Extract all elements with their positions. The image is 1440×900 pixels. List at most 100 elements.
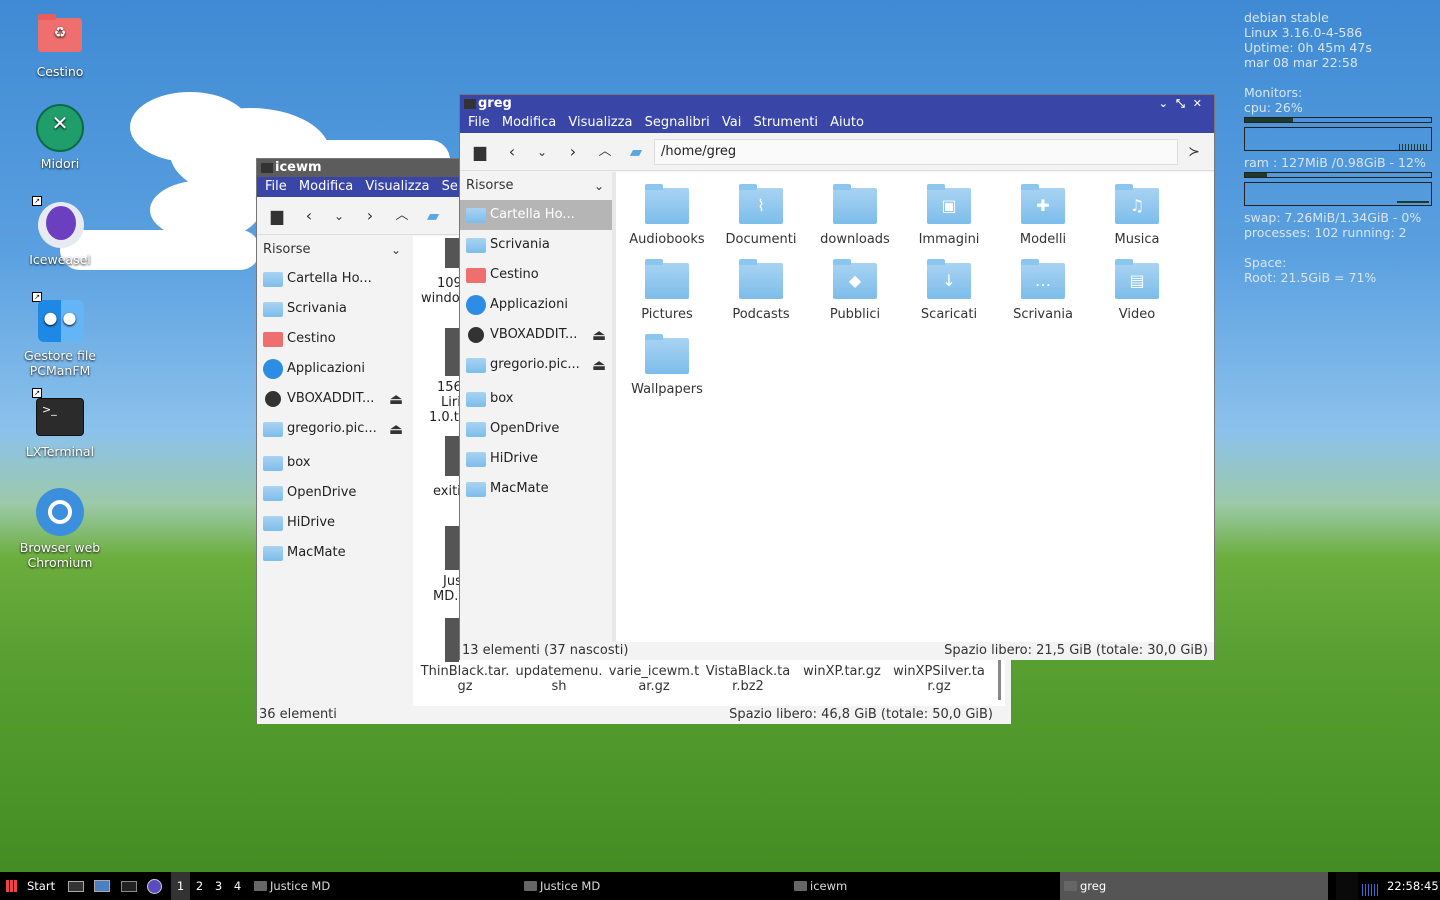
free-space: Spazio libero: 46,8 GiB (totale: 50,0 Gi…	[729, 707, 993, 722]
menu-strumenti[interactable]: Strumenti	[753, 115, 818, 130]
menu-segnalibri[interactable]: Segnalibri	[645, 115, 710, 130]
desktop-icon-pcmanfm[interactable]: ↗ ● ● Gestore file PCManFM	[10, 292, 110, 378]
show-desktop-icon[interactable]	[68, 872, 86, 900]
folder-documenti[interactable]: ⌇ Documenti	[716, 184, 806, 247]
folder-pictures[interactable]: Pictures	[622, 259, 712, 322]
sidebar-item-trash[interactable]: Cestino	[460, 260, 612, 290]
file-item[interactable]: winXP.tar.gz	[795, 664, 889, 679]
sidebar-item-vbox[interactable]: VBOXADDIT... ⏏	[257, 384, 409, 414]
desktop-icon-iceweasel[interactable]: ↗ Iceweasel	[10, 196, 110, 267]
file-item[interactable]: VistaBlack.ta r.bz2	[701, 664, 795, 694]
sidebar-item-hidrive[interactable]: HiDrive	[257, 508, 409, 538]
folder-scrivania[interactable]: … Scrivania	[998, 259, 1088, 322]
sidebar-header[interactable]: Risorse ⌄	[257, 236, 409, 264]
downloads-folder-icon: ↓	[927, 259, 971, 299]
sidebar-item-network[interactable]: gregorio.pic... ⏏	[460, 350, 612, 380]
workspace-4[interactable]: 4	[228, 872, 247, 900]
menu-segnalibri[interactable]: Se	[442, 179, 458, 194]
up-icon[interactable]: ︿	[392, 206, 412, 226]
back-icon[interactable]: ‹	[502, 142, 522, 162]
file-item[interactable]: ThinBlack.tar. gz	[419, 664, 511, 694]
minimize-icon[interactable]: ⌄	[1159, 97, 1176, 110]
sidebar-item-applications[interactable]: Applicazioni	[257, 354, 409, 384]
maximize-icon[interactable]: ⤡	[1176, 97, 1193, 110]
eject-icon[interactable]: ⏏	[592, 320, 606, 350]
history-icon[interactable]: ⌄	[532, 142, 552, 162]
start-button[interactable]: Start	[4, 872, 56, 900]
workspace-1[interactable]: 1	[171, 872, 190, 900]
window-titlebar[interactable]: greg ⌄⤡✕	[460, 95, 1214, 113]
sidebar-item-hidrive[interactable]: HiDrive	[460, 444, 612, 474]
home-icon[interactable]: ▰	[626, 142, 646, 162]
sidebar-item-applications[interactable]: Applicazioni	[460, 290, 612, 320]
back-icon[interactable]: ‹	[299, 206, 319, 226]
window-greg[interactable]: greg ⌄⤡✕ File Modifica Visualizza Segnal…	[459, 94, 1215, 660]
up-icon[interactable]: ︿	[595, 142, 615, 162]
sidebar-item-macmate[interactable]: MacMate	[460, 474, 612, 504]
forward-icon[interactable]: ›	[360, 206, 380, 226]
folder-modelli[interactable]: ✚ Modelli	[998, 184, 1088, 247]
file-item[interactable]: winXPSilver.ta r.gz	[889, 664, 989, 694]
midori-icon: ✕	[36, 104, 84, 152]
folder-wallpapers[interactable]: Wallpapers	[622, 334, 712, 397]
menu-file[interactable]: File	[265, 179, 287, 194]
browser-icon[interactable]	[147, 872, 165, 900]
desktop-icon-lxterminal[interactable]: ↗ >_ LXTerminal	[10, 388, 110, 459]
eject-icon[interactable]: ⏏	[592, 350, 606, 380]
eject-icon[interactable]: ⏏	[389, 414, 403, 444]
folder-scaricati[interactable]: ↓ Scaricati	[904, 259, 994, 322]
eject-icon[interactable]: ⏏	[389, 384, 403, 414]
path-input[interactable]: /home/greg	[654, 139, 1178, 165]
menu-visualizza[interactable]: Visualizza	[568, 115, 632, 130]
history-icon[interactable]: ⌄	[329, 206, 349, 226]
task-justice-md-1[interactable]: Justice MD	[250, 872, 518, 900]
file-item[interactable]: varie_icewm.t ar.gz	[607, 664, 701, 694]
home-icon[interactable]: ▰	[423, 206, 443, 226]
sidebar-header[interactable]: Risorse ⌄	[460, 172, 612, 200]
new-tab-icon[interactable]: ▆	[267, 206, 287, 226]
sidebar-item-macmate[interactable]: MacMate	[257, 538, 409, 568]
sidebar-item-home[interactable]: Cartella Ho...	[257, 264, 409, 294]
folder-podcasts[interactable]: Podcasts	[716, 259, 806, 322]
sidebar-item-trash[interactable]: Cestino	[257, 324, 409, 354]
sidebar-item-box[interactable]: box	[460, 384, 612, 414]
folder-audiobooks[interactable]: Audiobooks	[622, 184, 712, 247]
folder-pubblici[interactable]: ◆ Pubblici	[810, 259, 900, 322]
task-icewm[interactable]: icewm	[790, 872, 1058, 900]
menu-visualizza[interactable]: Visualizza	[365, 179, 429, 194]
menu-file[interactable]: File	[468, 115, 490, 130]
sidebar-item-opendrive[interactable]: OpenDrive	[460, 414, 612, 444]
folder-immagini[interactable]: ▣ Immagini	[904, 184, 994, 247]
menu-modifica[interactable]: Modifica	[502, 115, 556, 130]
forward-icon[interactable]: ›	[563, 142, 583, 162]
sidebar-item-network[interactable]: gregorio.pic... ⏏	[257, 414, 409, 444]
menu-modifica[interactable]: Modifica	[299, 179, 353, 194]
close-icon[interactable]: ✕	[1193, 97, 1210, 110]
sidebar-item-opendrive[interactable]: OpenDrive	[257, 478, 409, 508]
clock[interactable]: 22:58:45	[1387, 872, 1439, 900]
new-tab-icon[interactable]: ▆	[470, 142, 490, 162]
desktop-icon-chromium[interactable]: Browser web Chromium	[10, 488, 110, 570]
sidebar-item-desktop[interactable]: Scrivania	[257, 294, 409, 324]
file-manager-icon[interactable]	[94, 872, 112, 900]
folder-downloads[interactable]: downloads	[810, 184, 900, 247]
workspace-3[interactable]: 3	[209, 872, 228, 900]
task-justice-md-2[interactable]: Justice MD	[520, 872, 788, 900]
workspace-2[interactable]: 2	[190, 872, 209, 900]
menu-vai[interactable]: Vai	[722, 115, 741, 130]
folder-video[interactable]: ▤ Video	[1092, 259, 1182, 322]
task-greg[interactable]: greg	[1060, 872, 1328, 900]
sidebar-item-vbox[interactable]: VBOXADDIT... ⏏	[460, 320, 612, 350]
terminal-icon[interactable]	[121, 872, 139, 900]
file-item[interactable]: updatemenu. sh	[513, 664, 605, 694]
go-icon[interactable]: ≻	[1184, 142, 1204, 162]
menu-aiuto[interactable]: Aiuto	[830, 115, 864, 130]
folder-musica[interactable]: ♫ Musica	[1092, 184, 1182, 247]
sidebar-item-desktop[interactable]: Scrivania	[460, 230, 612, 260]
desktop-icon-midori[interactable]: ✕ Midori	[10, 104, 110, 171]
desktop-icon-cestino[interactable]: ♻ Cestino	[10, 12, 110, 79]
sidebar-item-home[interactable]: Cartella Ho...	[460, 200, 612, 230]
statusbar: 13 elementi (37 nascosti) Spazio libero:…	[460, 642, 1214, 660]
sidebar-item-box[interactable]: box	[257, 448, 409, 478]
scrollbar[interactable]	[998, 656, 1001, 700]
